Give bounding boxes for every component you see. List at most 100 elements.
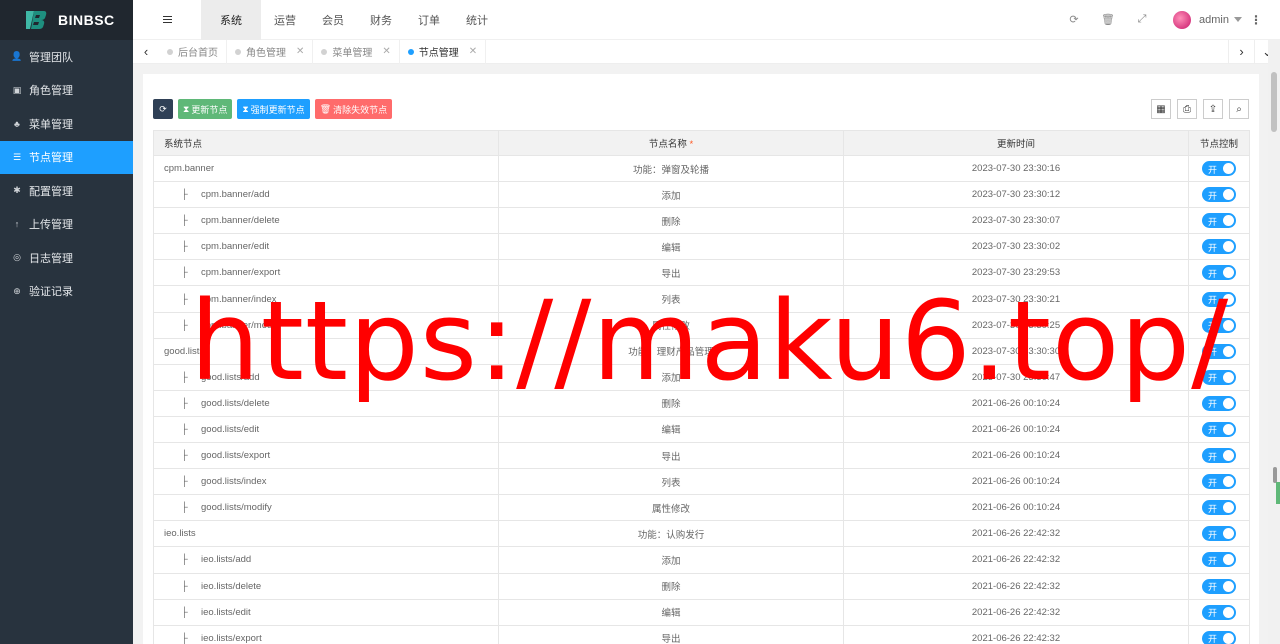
cell-name[interactable]: 导出	[498, 442, 844, 470]
more-menu-button[interactable]: ⋮	[1242, 13, 1270, 27]
cell-name[interactable]: 添加	[498, 546, 844, 574]
node-toggle-switch[interactable]: 开	[1202, 552, 1236, 568]
chevron-down-icon[interactable]	[1234, 17, 1242, 22]
table-row[interactable]: cpm.banner 功能：弹窗及轮播 2023-07-30 23:30:16 开	[153, 154, 1250, 183]
node-toggle-switch[interactable]: 开	[1202, 317, 1236, 333]
close-icon[interactable]: ✕	[469, 46, 477, 57]
update-nodes-button[interactable]: ⧗ 更新节点	[178, 99, 233, 119]
cell-name[interactable]: 删除	[498, 572, 844, 600]
tab-2[interactable]: 菜单管理 ✕	[313, 39, 400, 64]
table-row[interactable]: ├ cpm.banner/export 导出 2023-07-30 23:29:53 开	[153, 259, 1250, 287]
tab-3[interactable]: 节点管理 ✕	[400, 39, 487, 64]
search-button[interactable]: ⌕	[1229, 99, 1249, 119]
table-row[interactable]: ├ cpm.banner/index 列表 2023-07-30 23:30:21 开	[153, 285, 1250, 313]
sidebar-item-1[interactable]: ▣ 角色管理	[0, 74, 133, 108]
cell-name[interactable]: 删除	[498, 207, 844, 235]
node-toggle-switch[interactable]: 开	[1202, 213, 1236, 229]
force-update-nodes-button[interactable]: ⧗ 强制更新节点	[237, 99, 310, 119]
close-icon[interactable]: ✕	[382, 46, 390, 57]
top-nav-item-3[interactable]: 财务	[357, 0, 405, 40]
node-toggle-switch[interactable]: 开	[1202, 421, 1236, 437]
tab-0[interactable]: 后台首页	[159, 39, 227, 64]
page-scrollbar[interactable]	[1268, 40, 1280, 644]
tab-1[interactable]: 角色管理 ✕	[227, 39, 314, 64]
node-toggle-switch[interactable]: 开	[1202, 291, 1236, 307]
top-nav-item-1[interactable]: 运营	[261, 0, 309, 40]
node-toggle-switch[interactable]: 开	[1202, 630, 1236, 644]
sidebar-item-2[interactable]: ♣ 菜单管理	[0, 107, 133, 141]
node-toggle-switch[interactable]: 开	[1202, 369, 1236, 385]
node-toggle-switch[interactable]: 开	[1202, 239, 1236, 255]
menu-toggle-button[interactable]	[133, 0, 201, 40]
table-row[interactable]: ├ cpm.banner/edit 编辑 2023-07-30 23:30:02 开	[153, 233, 1250, 261]
cell-name[interactable]: 编辑	[498, 598, 844, 626]
columns-filter-button[interactable]: ▦	[1151, 99, 1171, 119]
reload-table-button[interactable]: ⟳	[153, 99, 173, 119]
node-toggle-switch[interactable]: 开	[1202, 500, 1236, 516]
col-header-control[interactable]: 节点控制	[1188, 130, 1250, 156]
cell-name[interactable]: 列表	[498, 468, 844, 496]
node-toggle-switch[interactable]: 开	[1202, 578, 1236, 594]
table-row[interactable]: ieo.lists 功能：认购发行 2021-06-26 22:42:32 开	[153, 520, 1250, 548]
cell-name[interactable]: 功能：理财产品管理	[498, 337, 844, 365]
tab-scroll-left-button[interactable]: ‹	[133, 40, 159, 64]
cell-name[interactable]: 编辑	[498, 415, 844, 444]
sidebar-item-7[interactable]: ⊕ 验证记录	[0, 275, 133, 309]
node-toggle-switch[interactable]: 开	[1202, 187, 1236, 203]
export-button[interactable]: ⇪	[1203, 99, 1223, 119]
table-row[interactable]: ├ ieo.lists/edit 编辑 2021-06-26 22:42:32 开	[153, 598, 1250, 626]
table-row[interactable]: ├ ieo.lists/export 导出 2021-06-26 22:42:32 开	[153, 624, 1250, 644]
cell-name[interactable]: 导出	[498, 259, 844, 287]
col-header-node[interactable]: 系统节点	[153, 130, 499, 156]
col-header-name[interactable]: 节点名称 *	[498, 130, 844, 156]
cell-name[interactable]: 功能：认购发行	[498, 520, 844, 548]
node-toggle-switch[interactable]: 开	[1202, 161, 1236, 177]
tab-scroll-right-button[interactable]: ›	[1228, 39, 1254, 64]
user-name[interactable]: admin	[1199, 14, 1229, 26]
table-row[interactable]: good.lists 功能：理财产品管理 2023-07-30 23:30:30 开	[153, 337, 1250, 365]
node-toggle-switch[interactable]: 开	[1202, 343, 1236, 359]
avatar[interactable]	[1173, 10, 1192, 29]
sidebar-item-0[interactable]: 👤 管理团队	[0, 40, 133, 74]
node-toggle-switch[interactable]: 开	[1202, 474, 1236, 490]
node-toggle-switch[interactable]: 开	[1202, 604, 1236, 620]
node-toggle-switch[interactable]: 开	[1202, 448, 1236, 464]
top-nav-item-0[interactable]: 系统	[201, 0, 261, 40]
table-row[interactable]: ├ cpm.banner/add 添加 2023-07-30 23:30:12 开	[153, 181, 1250, 209]
table-row[interactable]: ├ ieo.lists/add 添加 2021-06-26 22:42:32 开	[153, 546, 1250, 574]
top-nav-item-2[interactable]: 会员	[309, 0, 357, 40]
node-toggle-switch[interactable]: 开	[1202, 395, 1236, 411]
clear-invalid-nodes-button[interactable]: 🗑 清除失效节点	[314, 99, 393, 119]
sidebar-item-4[interactable]: ✱ 配置管理	[0, 174, 133, 208]
top-nav-item-5[interactable]: 统计	[453, 0, 501, 40]
table-row[interactable]: ├ ieo.lists/delete 删除 2021-06-26 22:42:32 开	[153, 572, 1250, 600]
cell-name[interactable]: 添加	[498, 181, 844, 209]
cell-name[interactable]: 删除	[498, 389, 844, 417]
refresh-button[interactable]: ⟳	[1057, 0, 1091, 40]
table-row[interactable]: ├ good.lists/add 添加 2023-07-30 23:30:47 开	[153, 363, 1250, 391]
cell-name[interactable]: 导出	[498, 624, 844, 644]
cell-name[interactable]: 属性修改	[498, 311, 844, 339]
col-header-time[interactable]: 更新时间	[843, 130, 1189, 156]
table-row[interactable]: ├ good.lists/delete 删除 2021-06-26 00:10:24 开	[153, 389, 1250, 417]
sidebar-item-6[interactable]: ◎ 日志管理	[0, 241, 133, 275]
cell-name[interactable]: 属性修改	[498, 494, 844, 522]
logo[interactable]: BINBSC	[0, 0, 133, 40]
clear-cache-button[interactable]: 🗑	[1091, 0, 1125, 40]
scrollbar-thumb[interactable]	[1271, 72, 1277, 132]
cell-name[interactable]: 功能：弹窗及轮播	[498, 154, 844, 183]
cell-name[interactable]: 编辑	[498, 233, 844, 261]
sidebar-item-3[interactable]: ☰ 节点管理	[0, 140, 133, 174]
table-row[interactable]: ├ cpm.banner/modify 属性修改 2023-07-30 23:30:2…	[153, 311, 1250, 339]
table-row[interactable]: ├ good.lists/edit 编辑 2021-06-26 00:10:24 开	[153, 415, 1250, 444]
table-row[interactable]: ├ good.lists/index 列表 2021-06-26 00:10:24 开	[153, 468, 1250, 496]
node-toggle-switch[interactable]: 开	[1202, 265, 1236, 281]
sidebar-item-5[interactable]: ↑ 上传管理	[0, 208, 133, 242]
fullscreen-button[interactable]: ⤢	[1125, 0, 1159, 40]
table-row[interactable]: ├ good.lists/modify 属性修改 2021-06-26 00:10:2…	[153, 494, 1250, 522]
table-row[interactable]: ├ good.lists/export 导出 2021-06-26 00:10:24 开	[153, 442, 1250, 470]
cell-name[interactable]: 列表	[498, 285, 844, 313]
table-row[interactable]: ├ cpm.banner/delete 删除 2023-07-30 23:30:07 开	[153, 207, 1250, 235]
node-toggle-switch[interactable]: 开	[1202, 526, 1236, 542]
close-icon[interactable]: ✕	[296, 46, 304, 57]
